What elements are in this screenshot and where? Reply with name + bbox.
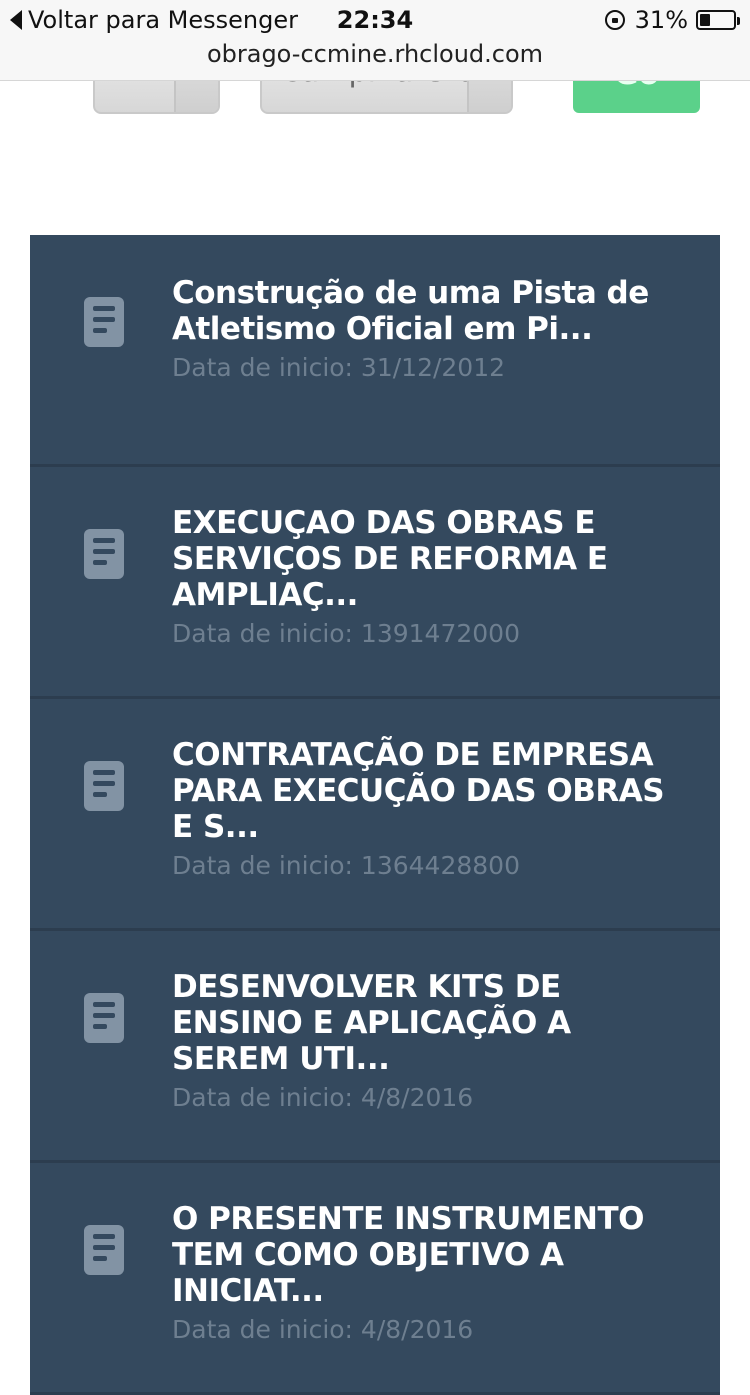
list-item-content: O PRESENTE INSTRUMENTO TEM COMO OBJETIVO… (172, 1201, 680, 1345)
work-start-date: Data de inicio: 4/8/2016 (172, 1315, 474, 1344)
works-list: Construção de uma Pista de Atletismo Ofi… (30, 235, 720, 1395)
list-item[interactable]: DESENVOLVER KITS DE ENSINO E APLICAÇÃO A… (30, 931, 720, 1163)
battery-fill (700, 14, 710, 26)
work-title: CONTRATAÇÃO DE EMPRESA PARA EXECUÇÃO DAS… (172, 737, 665, 845)
list-item-content: CONTRATAÇÃO DE EMPRESA PARA EXECUÇÃO DAS… (172, 737, 680, 881)
work-start-date: Data de inicio: 1391472000 (172, 619, 520, 648)
battery-percent: 31% (634, 6, 688, 34)
work-start-date: Data de inicio: 4/8/2016 (172, 1083, 474, 1112)
browser-top-bar: Voltar para Messenger 22:34 31% obrago-c… (0, 0, 750, 81)
orientation-lock-icon (604, 10, 625, 30)
document-icon (84, 297, 124, 347)
list-item[interactable]: EXECUÇAO DAS OBRAS E SERVIÇOS DE REFORMA… (30, 467, 720, 699)
work-title: EXECUÇAO DAS OBRAS E SERVIÇOS DE REFORMA… (172, 505, 608, 613)
list-item-content: EXECUÇAO DAS OBRAS E SERVIÇOS DE REFORMA… (172, 505, 680, 649)
battery-icon (696, 10, 740, 30)
list-item[interactable]: O PRESENTE INSTRUMENTO TEM COMO OBJETIVO… (30, 1163, 720, 1395)
document-icon (84, 529, 124, 579)
document-icon (84, 1225, 124, 1275)
list-item[interactable]: CONTRATAÇÃO DE EMPRESA PARA EXECUÇÃO DAS… (30, 699, 720, 931)
document-icon (84, 761, 124, 811)
work-title: O PRESENTE INSTRUMENTO TEM COMO OBJETIVO… (172, 1201, 644, 1309)
status-right: 31% (604, 6, 740, 34)
work-title: Construção de uma Pista de Atletismo Ofi… (172, 275, 649, 347)
work-title: DESENVOLVER KITS DE ENSINO E APLICAÇÃO A… (172, 969, 571, 1077)
work-start-date: Data de inicio: 1364428800 (172, 851, 520, 880)
url-bar[interactable]: obrago-ccmine.rhcloud.com (0, 40, 750, 68)
list-item[interactable]: Construção de uma Pista de Atletismo Ofi… (30, 235, 720, 467)
list-item-content: Construção de uma Pista de Atletismo Ofi… (172, 275, 680, 383)
list-item-content: DESENVOLVER KITS DE ENSINO E APLICAÇÃO A… (172, 969, 680, 1113)
work-start-date: Data de inicio: 31/12/2012 (172, 353, 506, 382)
document-icon (84, 993, 124, 1043)
